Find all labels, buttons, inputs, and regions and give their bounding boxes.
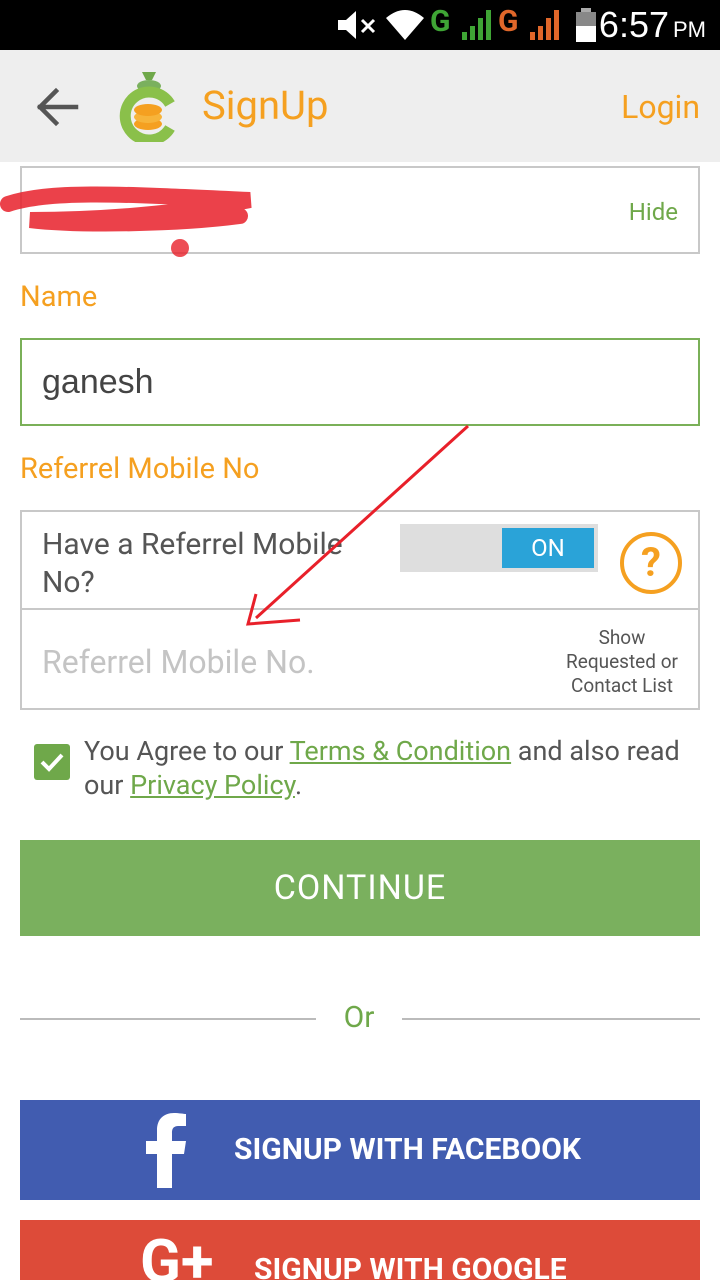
signal-icon-1 [462,10,491,40]
signal-icon-2 [530,10,559,40]
referral-question: Have a Referrel Mobile No? [42,527,343,600]
wifi-icon [386,10,424,40]
terms-link[interactable]: Terms & Condition [290,735,511,767]
network-g-icon-2: G [498,4,519,39]
battery-icon [576,8,596,42]
network-g-icon: G [430,4,451,39]
or-separator: Or [343,1000,375,1035]
mute-icon [338,11,376,39]
facebook-signup-button[interactable]: SIGNUP WITH FACEBOOK [20,1100,700,1200]
page-title: SignUp [202,82,329,129]
check-icon [40,753,64,772]
back-arrow-icon[interactable] [30,84,84,130]
login-link[interactable]: Login [621,82,700,132]
name-label: Name [20,280,98,314]
google-signup-button[interactable]: G+ SIGNUP WITH GOOGLE [20,1220,700,1280]
agree-prefix: You Agree to our [84,735,284,767]
agree-suffix: . [294,769,303,801]
referral-toggle[interactable]: ON [400,524,598,572]
name-input[interactable]: ganesh [20,338,700,426]
divider [22,608,698,610]
app-logo-icon [119,72,175,142]
signup-form: Hide Name ganesh Referrel Mobile No Have… [0,162,720,1280]
privacy-link[interactable]: Privacy Policy [130,769,295,801]
agree-checkbox[interactable] [34,744,70,780]
google-plus-icon: G+ [140,1226,214,1280]
continue-button[interactable]: CONTINUE [20,840,700,936]
clock: 6:57 PM [599,4,706,51]
toggle-on-label: ON [502,528,594,568]
show-contact-list-link[interactable]: Show Requested or Contact List [554,626,690,698]
referral-mobile-input[interactable]: Referrel Mobile No. [42,642,542,682]
clock-time: 6:57 [598,4,669,45]
hide-password-toggle[interactable]: Hide [629,198,678,226]
facebook-label: SIGNUP WITH FACEBOOK [234,1132,581,1167]
app-bar: SignUp Login [0,50,720,162]
referral-box: Have a Referrel Mobile No? ON ? Referrel… [20,510,700,710]
referral-label: Referrel Mobile No [20,452,260,486]
divider-right [402,1018,700,1020]
help-icon[interactable]: ? [620,532,682,594]
facebook-icon [146,1113,186,1188]
clock-ampm: PM [673,17,706,42]
redaction-scribble [0,186,252,257]
google-label: SIGNUP WITH GOOGLE [254,1252,567,1280]
divider-left [20,1018,316,1020]
agreement-text: You Agree to our Terms & Condition and a… [84,734,684,802]
status-bar: G G 6:57 PM [0,0,720,50]
